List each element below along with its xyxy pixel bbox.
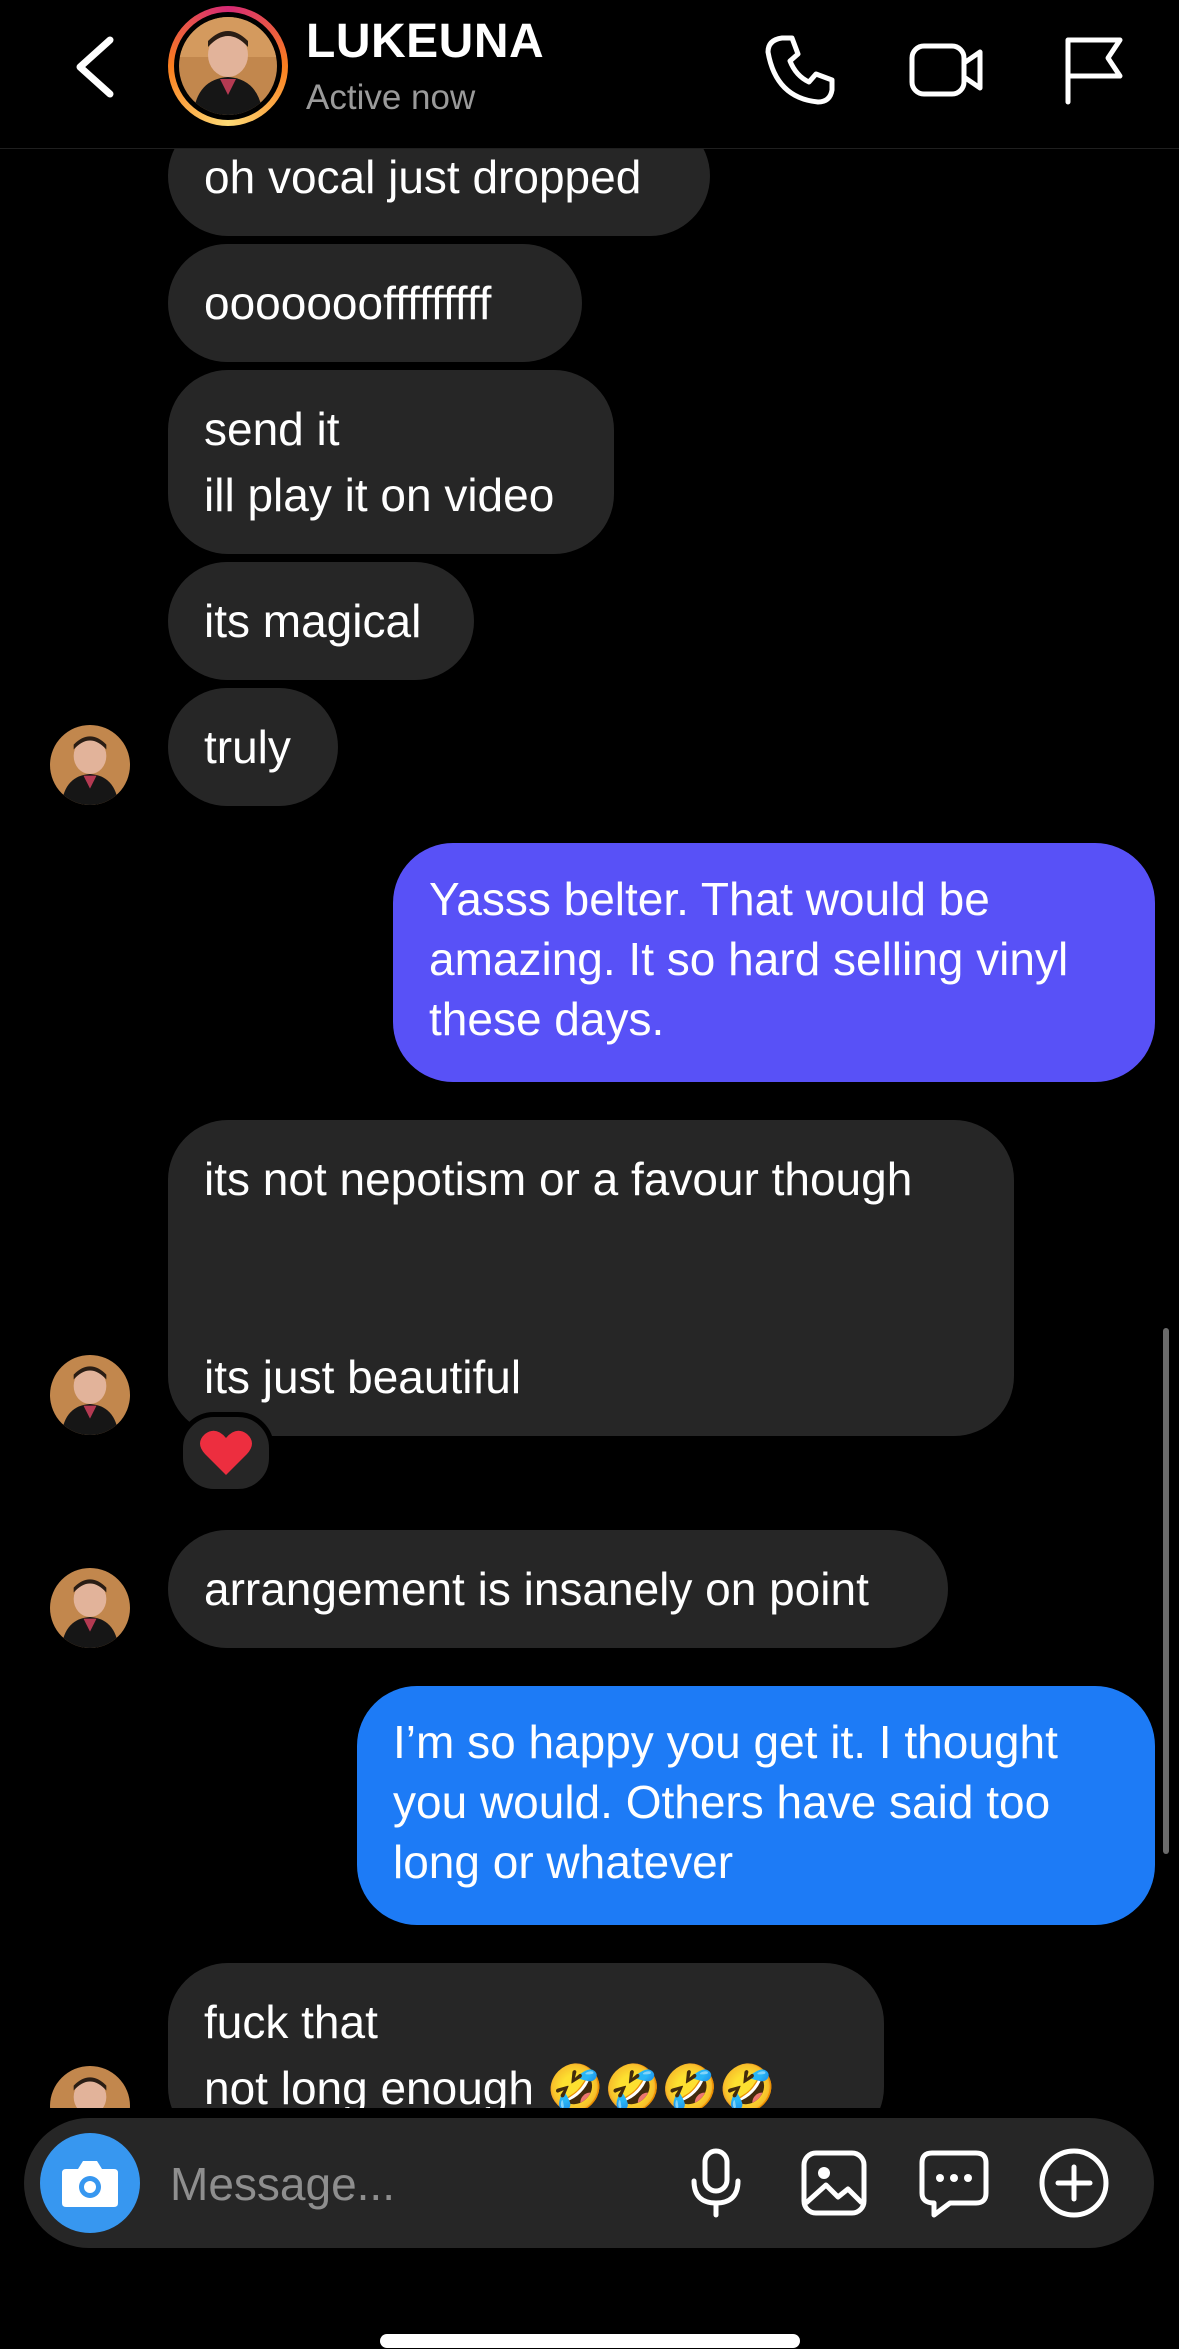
message-bubble-sent[interactable]: I’m so happy you get it. I thought you w… — [357, 1686, 1155, 1925]
camera-button[interactable] — [40, 2133, 140, 2233]
video-camera-icon[interactable] — [906, 30, 986, 110]
phone-icon[interactable] — [760, 30, 840, 110]
plus-icon[interactable] — [1034, 2143, 1114, 2223]
sender-avatar[interactable] — [50, 1355, 130, 1435]
microphone-icon[interactable] — [676, 2143, 756, 2223]
message-bubble[interactable]: send it ill play it on video — [168, 370, 614, 554]
message-bubble[interactable]: truly — [168, 688, 338, 806]
back-chevron-icon[interactable] — [68, 32, 128, 102]
message-bubble[interactable]: its not nepotism or a favour though its … — [168, 1120, 1014, 1436]
message-bubble[interactable]: ooooooofffffffff — [168, 244, 582, 362]
sender-avatar[interactable] — [50, 1568, 130, 1648]
reaction-badge[interactable] — [178, 1412, 274, 1494]
camera-icon — [62, 2161, 118, 2207]
heart-icon — [200, 1430, 252, 1475]
scrollbar[interactable] — [1163, 1328, 1169, 1854]
message-bubble[interactable]: its magical — [168, 562, 474, 680]
active-status: Active now — [306, 78, 476, 117]
message-composer — [24, 2118, 1154, 2248]
gallery-icon[interactable] — [794, 2143, 874, 2223]
message-bubble-sent[interactable]: Yasss belter. That would be amazing. It … — [393, 843, 1155, 1082]
sticker-icon[interactable] — [914, 2143, 994, 2223]
chat-header: LUKEUNA Active now — [0, 0, 1179, 149]
contact-name[interactable]: LUKEUNA — [306, 14, 544, 69]
flag-icon[interactable] — [1054, 30, 1134, 110]
message-bubble[interactable]: arrangement is insanely on point — [168, 1530, 948, 1648]
contact-avatar[interactable] — [168, 6, 288, 126]
home-indicator[interactable] — [380, 2334, 800, 2348]
sender-avatar[interactable] — [50, 725, 130, 805]
message-input[interactable] — [168, 2148, 672, 2220]
